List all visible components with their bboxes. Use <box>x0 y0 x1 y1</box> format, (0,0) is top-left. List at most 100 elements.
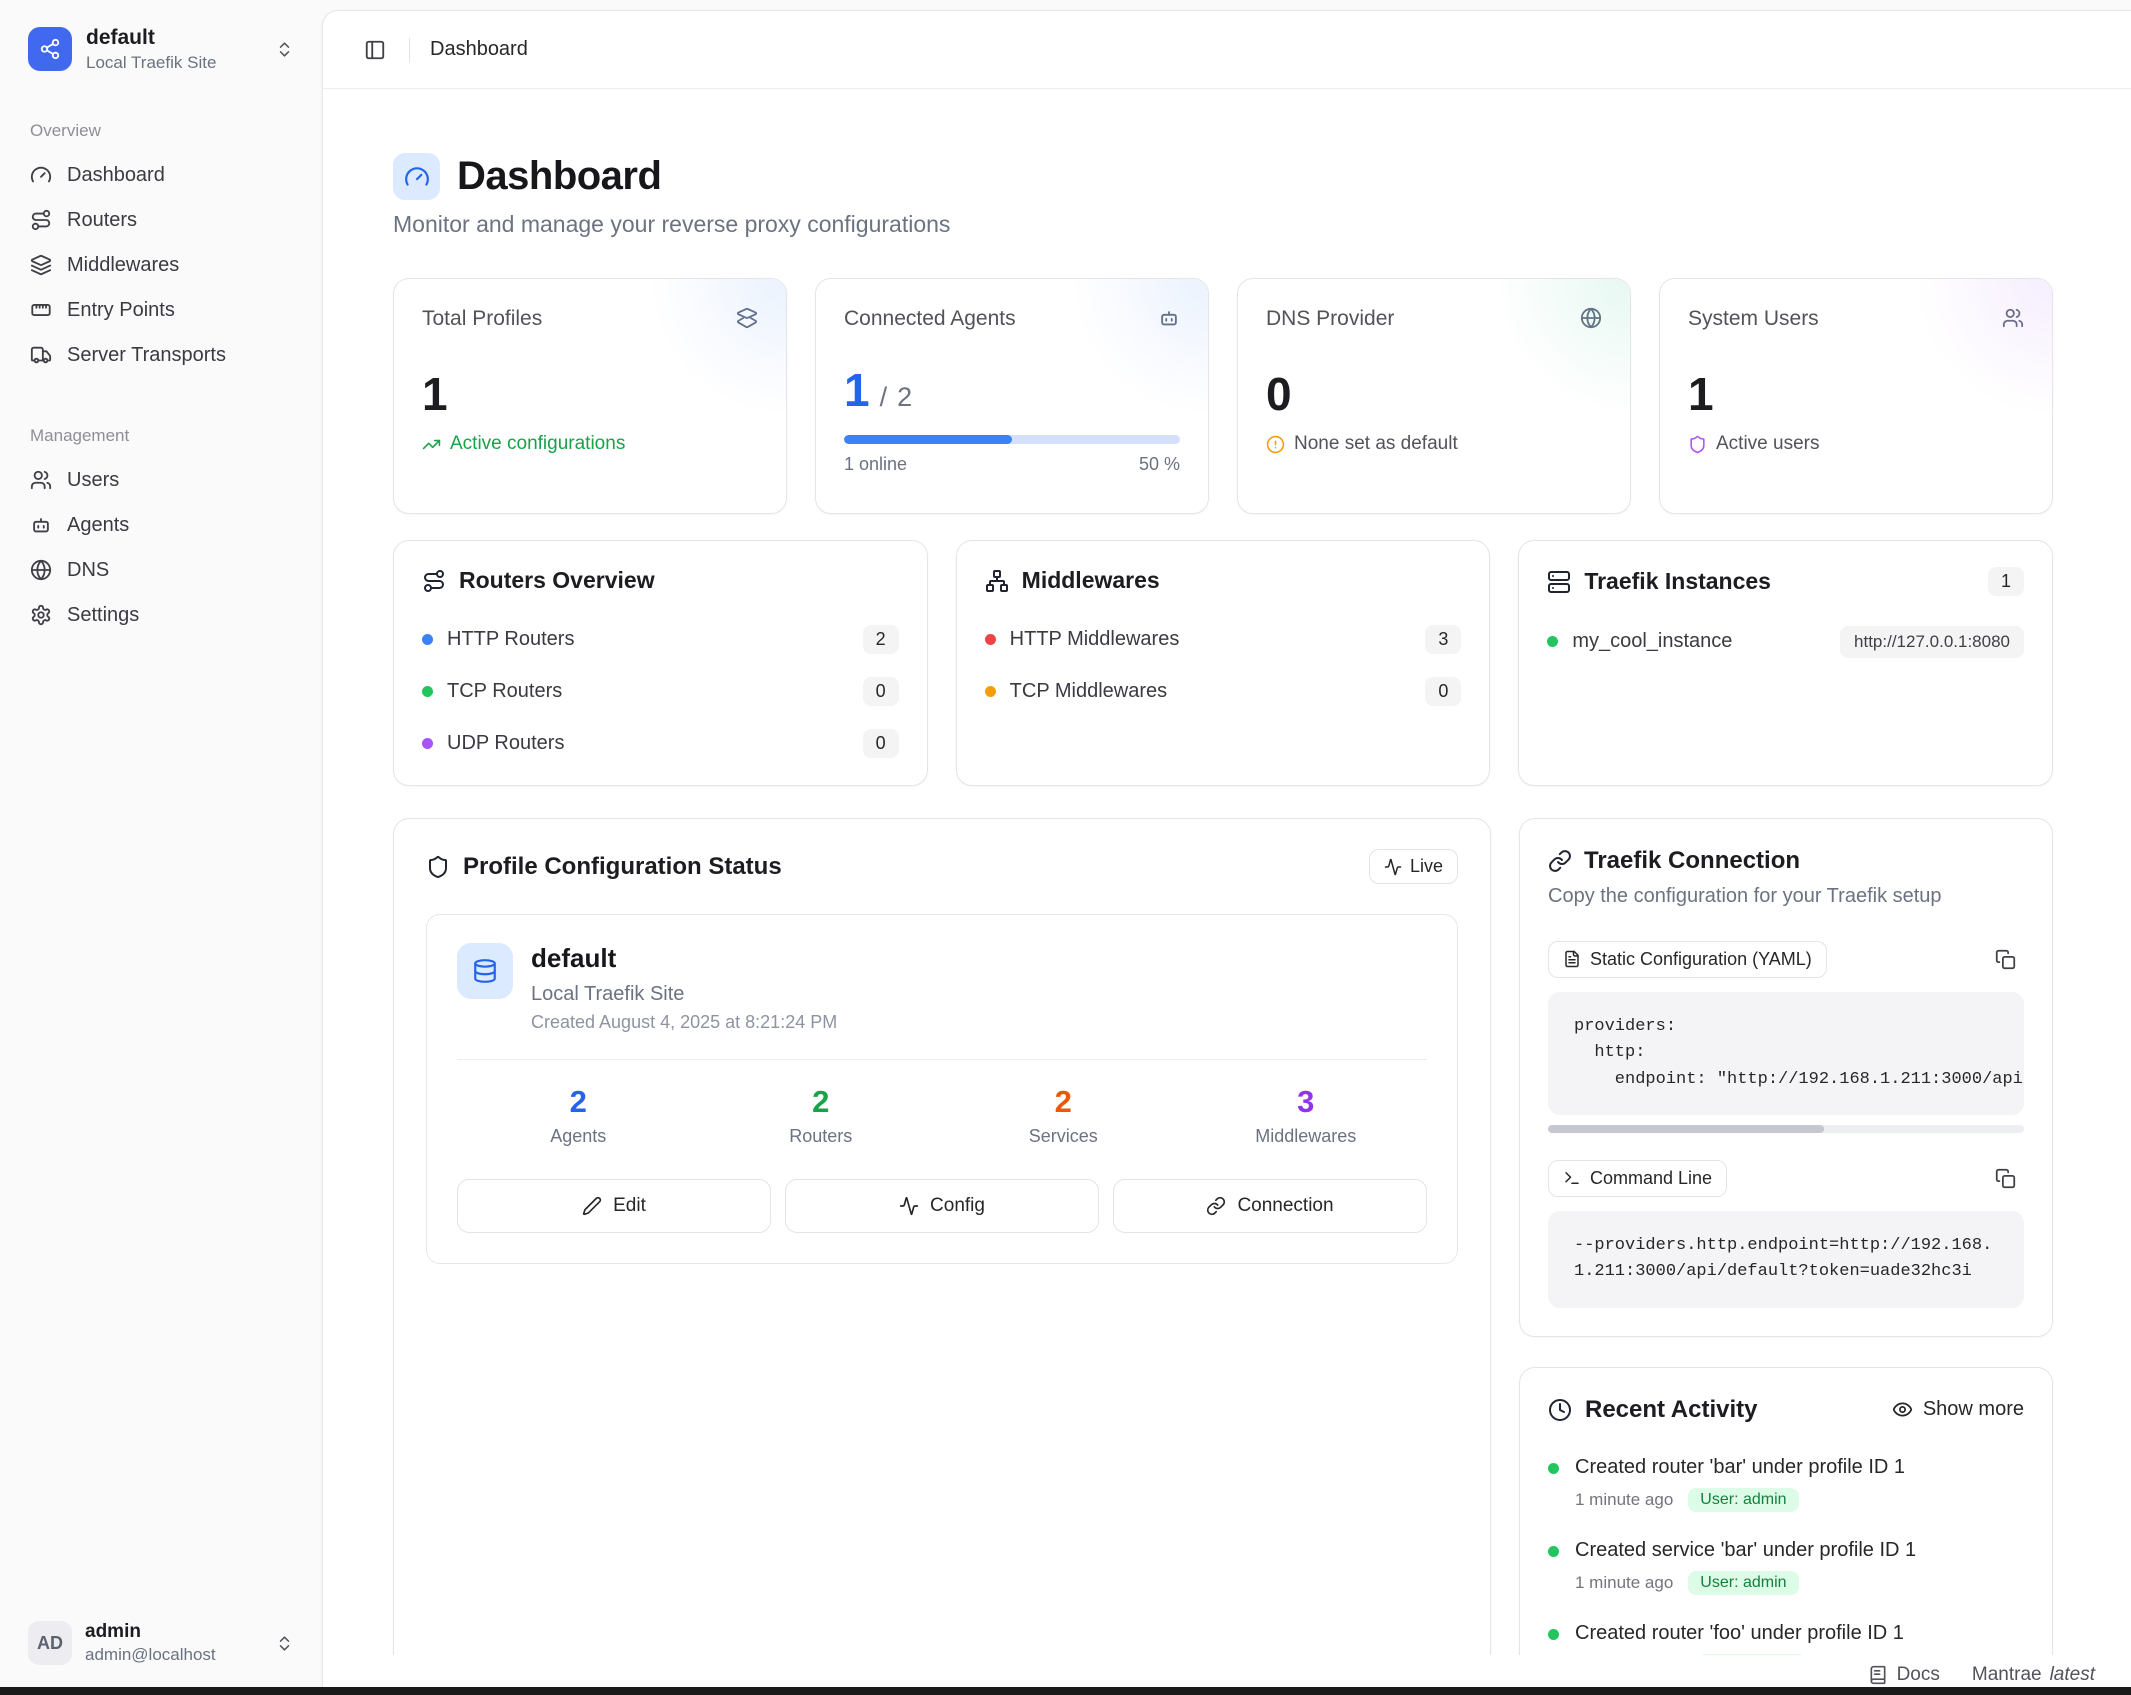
profile-switcher-texts: default Local Traefik Site <box>86 26 216 73</box>
copy-icon <box>1995 1168 2016 1189</box>
docs-label: Docs <box>1897 1664 1940 1686</box>
route-icon <box>30 209 52 231</box>
router-type-row: HTTP Routers 2 <box>422 622 899 657</box>
agents-online-label: 1 online <box>844 454 907 475</box>
sidebar-item-middlewares[interactable]: Middlewares <box>18 243 304 288</box>
route-icon <box>422 569 446 593</box>
yaml-code: providers: http: endpoint: "http://192.1… <box>1574 1014 1998 1093</box>
instances-count-badge: 1 <box>1988 567 2024 596</box>
brand-version: Mantrae latest <box>1972 1664 2095 1686</box>
profile-name: default <box>86 26 216 50</box>
profile-switcher[interactable]: default Local Traefik Site <box>18 20 304 79</box>
show-more-button[interactable]: Show more <box>1892 1398 2024 1421</box>
copy-cli-button[interactable] <box>1986 1159 2024 1197</box>
row-label: HTTP Routers <box>447 628 574 651</box>
bot-icon <box>30 514 52 536</box>
status-dot <box>1547 636 1558 647</box>
bottom-grid: Profile Configuration Status Live <box>393 818 2053 1655</box>
profile-actions: Edit Config Connection <box>457 1179 1427 1233</box>
button-label: Connection <box>1237 1195 1333 1217</box>
activity-text: Created router 'bar' under profile ID 1 <box>1575 1456 1905 1479</box>
network-icon <box>985 569 1009 593</box>
sidebar-item-dashboard[interactable]: Dashboard <box>18 153 304 198</box>
agents-progress-meta: 1 online 50 % <box>844 454 1180 475</box>
metric-services: 2 Services <box>942 1086 1185 1147</box>
user-texts: admin admin@localhost <box>85 1621 216 1665</box>
stat-value: 0 <box>1266 371 1602 417</box>
sidebar-item-label: Entry Points <box>67 299 175 322</box>
count-badge: 0 <box>863 677 899 706</box>
yaml-config-badge: Static Configuration (YAML) <box>1548 941 1827 978</box>
profile-item-name: default <box>531 943 837 974</box>
connection-button[interactable]: Connection <box>1113 1179 1427 1233</box>
app-screen: default Local Traefik Site Overview Dash… <box>0 0 2131 1695</box>
sidebar-item-label: Middlewares <box>67 254 179 277</box>
card-title: Traefik Connection <box>1584 847 1800 875</box>
sidebar-item-settings[interactable]: Settings <box>18 593 304 638</box>
page-header: Dashboard <box>393 153 2053 200</box>
copy-yaml-button[interactable] <box>1986 940 2024 978</box>
stat-value: 1 / 2 <box>844 367 1180 413</box>
middleware-type-row: TCP Middlewares 0 <box>985 674 1462 709</box>
user-badge: User: admin <box>1688 1571 1798 1595</box>
stat-card-dns-provider: DNS Provider 0 None set as default <box>1237 278 1631 514</box>
count-badge: 0 <box>863 729 899 758</box>
scrollbar-thumb[interactable] <box>1548 1125 1824 1133</box>
live-badge-label: Live <box>1410 856 1443 877</box>
profile-item-icon <box>457 943 513 999</box>
profile-metrics: 2 Agents 2 Routers 2 Services <box>457 1060 1427 1147</box>
profile-description: Local Traefik Site <box>86 53 216 73</box>
page-title: Dashboard <box>457 154 661 199</box>
status-dot <box>422 634 433 645</box>
sidebar-item-server-transports[interactable]: Server Transports <box>18 333 304 378</box>
router-type-row: TCP Routers 0 <box>422 674 899 709</box>
metric-value: 2 <box>942 1086 1185 1117</box>
layers-icon <box>30 254 52 276</box>
link-icon <box>1548 849 1572 873</box>
edit-button[interactable]: Edit <box>457 1179 771 1233</box>
layers-icon <box>736 307 758 329</box>
badge-label: Command Line <box>1590 1168 1712 1189</box>
stat-card-total-profiles: Total Profiles 1 Active configurations <box>393 278 787 514</box>
status-dot <box>422 686 433 697</box>
metric-agents: 2 Agents <box>457 1086 700 1147</box>
shield-icon <box>1688 435 1707 454</box>
sidebar: default Local Traefik Site Overview Dash… <box>0 0 322 1695</box>
bot-icon <box>1158 307 1180 329</box>
code-horizontal-scrollbar <box>1548 1125 2024 1133</box>
user-menu[interactable]: AD admin admin@localhost <box>18 1613 304 1677</box>
page-content: Dashboard Monitor and manage your revers… <box>323 89 2131 1655</box>
stat-caption: None set as default <box>1266 433 1602 455</box>
database-icon <box>472 958 498 984</box>
stat-card-connected-agents: Connected Agents 1 / 2 <box>815 278 1209 514</box>
sidebar-item-routers[interactable]: Routers <box>18 198 304 243</box>
count-badge: 0 <box>1425 677 1461 706</box>
sidebar-item-agents[interactable]: Agents <box>18 503 304 548</box>
server-icon <box>1547 570 1571 594</box>
activity-item: Created service 'bar' under profile ID 1… <box>1548 1539 2024 1595</box>
activity-text: Created service 'bar' under profile ID 1 <box>1575 1539 1916 1562</box>
sidebar-toggle-button[interactable] <box>357 32 393 68</box>
profile-item-texts: default Local Traefik Site Created Augus… <box>531 943 837 1033</box>
stat-card-system-users: System Users 1 Active users <box>1659 278 2053 514</box>
command-line-badge: Command Line <box>1548 1160 1727 1197</box>
page-subtitle: Monitor and manage your reverse proxy co… <box>393 211 2053 238</box>
docs-link[interactable]: Docs <box>1868 1664 1940 1686</box>
share-nodes-icon <box>39 38 61 60</box>
sidebar-item-users[interactable]: Users <box>18 458 304 503</box>
stat-caption: Active users <box>1688 433 2024 455</box>
user-badge: User: admin <box>1697 1654 1807 1655</box>
sidebar-item-dns[interactable]: DNS <box>18 548 304 593</box>
profile-item-description: Local Traefik Site <box>531 983 837 1006</box>
status-dot <box>1548 1463 1559 1474</box>
stat-caption-text: None set as default <box>1294 433 1458 455</box>
profile-status-card: Profile Configuration Status Live <box>393 818 1491 1655</box>
sidebar-item-label: Settings <box>67 604 139 627</box>
version-label: latest <box>2050 1664 2095 1686</box>
config-button[interactable]: Config <box>785 1179 1099 1233</box>
sidebar-item-entry-points[interactable]: Entry Points <box>18 288 304 333</box>
routers-overview-card: Routers Overview HTTP Routers 2 TCP Rout… <box>393 540 928 786</box>
metric-value: 3 <box>1185 1086 1428 1117</box>
agents-progress-bar <box>844 435 1180 444</box>
sidebar-item-label: Agents <box>67 514 129 537</box>
